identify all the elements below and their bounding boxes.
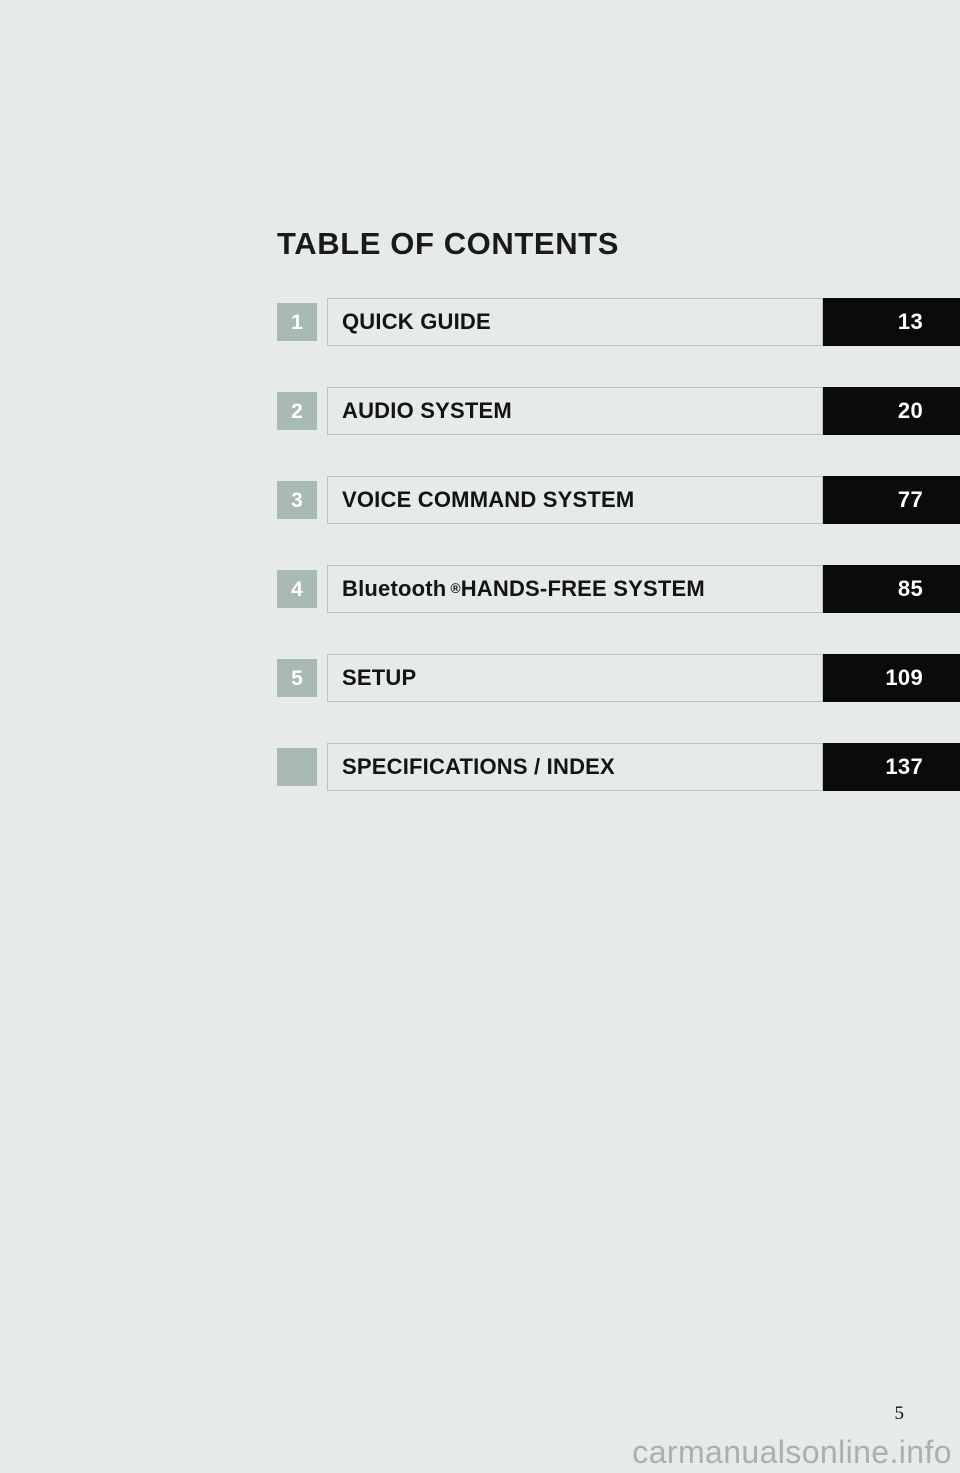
chapter-page-number[interactable]: 137 xyxy=(823,743,960,791)
chapter-page-number[interactable]: 20 xyxy=(823,387,960,435)
chapter-title-brand: Bluetooth xyxy=(342,576,447,601)
chapter-title-text: QUICK GUIDE xyxy=(342,309,491,334)
toc-entry[interactable]: 2 AUDIO SYSTEM 20 xyxy=(0,387,960,435)
chapter-number-chip xyxy=(277,748,317,786)
chapter-title-text: VOICE COMMAND SYSTEM xyxy=(342,487,635,512)
chapter-title-plate[interactable]: QUICK GUIDE xyxy=(327,298,823,346)
chapter-title-plate[interactable]: SETUP xyxy=(327,654,823,702)
chapter-title-text: AUDIO SYSTEM xyxy=(342,398,512,423)
chapter-title-text: HANDS-FREE SYSTEM xyxy=(460,576,705,601)
chapter-number-chip: 4 xyxy=(277,570,317,608)
manual-page: TABLE OF CONTENTS 1 QUICK GUIDE 13 2 AUD… xyxy=(0,0,960,1473)
toc-entry[interactable]: 5 SETUP 109 xyxy=(0,654,960,702)
chapter-page-number[interactable]: 13 xyxy=(823,298,960,346)
chapter-title-plate[interactable]: SPECIFICATIONS / INDEX xyxy=(327,743,823,791)
chapter-page-number[interactable]: 77 xyxy=(823,476,960,524)
chapter-number-chip: 2 xyxy=(277,392,317,430)
toc-entry[interactable]: 1 QUICK GUIDE 13 xyxy=(0,298,960,346)
page-title: TABLE OF CONTENTS xyxy=(277,225,619,261)
table-of-contents-list: 1 QUICK GUIDE 13 2 AUDIO SYSTEM 20 3 VOI… xyxy=(0,298,960,791)
chapter-page-number[interactable]: 85 xyxy=(823,565,960,613)
chapter-page-number[interactable]: 109 xyxy=(823,654,960,702)
chapter-title-text: SPECIFICATIONS / INDEX xyxy=(342,754,615,779)
chapter-title-plate[interactable]: AUDIO SYSTEM xyxy=(327,387,823,435)
toc-entry[interactable]: SPECIFICATIONS / INDEX 137 xyxy=(0,743,960,791)
chapter-number-chip: 5 xyxy=(277,659,317,697)
chapter-number-chip: 3 xyxy=(277,481,317,519)
toc-entry[interactable]: 4 Bluetooth ® HANDS-FREE SYSTEM 85 xyxy=(0,565,960,613)
chapter-number-chip: 1 xyxy=(277,303,317,341)
chapter-title-plate[interactable]: Bluetooth ® HANDS-FREE SYSTEM xyxy=(327,565,823,613)
toc-entry[interactable]: 3 VOICE COMMAND SYSTEM 77 xyxy=(0,476,960,524)
chapter-title-text: SETUP xyxy=(342,665,417,690)
chapter-title-plate[interactable]: VOICE COMMAND SYSTEM xyxy=(327,476,823,524)
site-watermark: carmanualsonline.info xyxy=(632,1434,952,1470)
folio-page-number: 5 xyxy=(894,1403,905,1424)
